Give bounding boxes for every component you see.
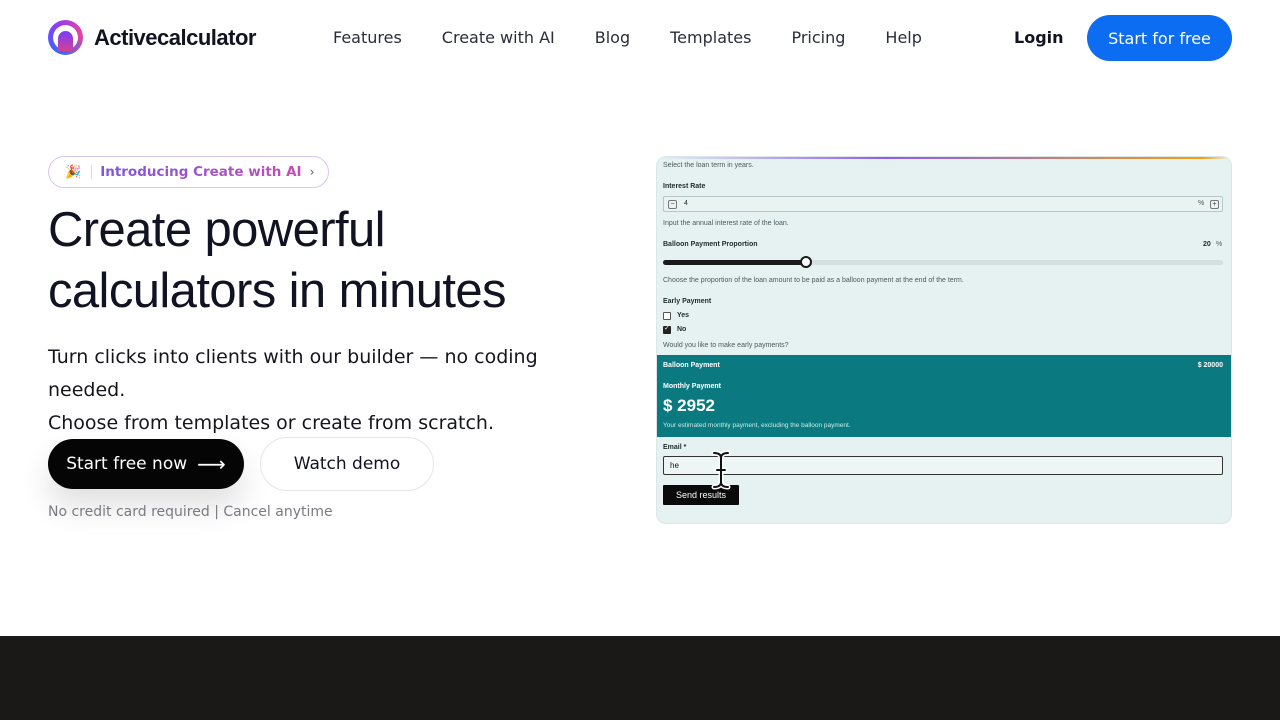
email-value: he — [670, 461, 679, 470]
balloon-proportion-label: Balloon Payment Proportion — [663, 241, 758, 248]
hero-title-line: Create powerful — [48, 203, 386, 257]
loan-term-help: Select the loan term in years. — [663, 162, 754, 169]
activecalculator-logo-icon — [48, 20, 83, 55]
hero-subtitle-line: Choose from templates or create from scr… — [48, 412, 495, 434]
interest-rate-value: 4 — [684, 200, 688, 207]
early-payment-help: Would you like to make early payments? — [663, 342, 789, 349]
nav-link-features[interactable]: Features — [333, 28, 402, 47]
hero-subtitle: Turn clicks into clients with our builde… — [48, 341, 618, 440]
nav-link-pricing[interactable]: Pricing — [791, 28, 845, 47]
start-free-now-label: Start free now — [66, 454, 188, 474]
arrow-right-icon: ⟶ — [197, 452, 226, 476]
dark-section — [0, 636, 1280, 720]
interest-rate-label: Interest Rate — [663, 183, 706, 190]
hero-note: No credit card required | Cancel anytime — [48, 504, 333, 520]
balloon-proportion-unit: % — [1216, 241, 1223, 248]
nav-link-templates[interactable]: Templates — [670, 28, 751, 47]
interest-rate-unit: % — [1198, 200, 1205, 207]
interest-rate-help: Input the annual interest rate of the lo… — [663, 220, 789, 227]
slider-thumb[interactable] — [799, 256, 812, 268]
monthly-payment-value: $ 2952 — [663, 396, 715, 415]
nav-link-help[interactable]: Help — [885, 28, 921, 47]
hero-subtitle-line: Turn clicks into clients with our builde… — [48, 346, 538, 401]
minus-icon[interactable]: − — [668, 200, 677, 209]
early-payment-yes-checkbox[interactable] — [663, 312, 671, 320]
hero-title: Create powerful calculators in minutes — [48, 200, 608, 322]
slider-fill — [663, 260, 806, 265]
brand-logo[interactable]: Activecalculator — [48, 20, 256, 55]
email-label: Email * — [663, 444, 687, 451]
interest-rate-input[interactable]: − 4 % + — [663, 196, 1223, 212]
text-cursor-icon — [711, 450, 731, 490]
early-payment-no-label: No — [677, 326, 687, 333]
result-panel: Balloon Payment $ 20000 Monthly Payment … — [657, 355, 1231, 437]
watch-demo-button[interactable]: Watch demo — [260, 437, 434, 491]
early-payment-yes-label: Yes — [677, 312, 690, 319]
nav-link-blog[interactable]: Blog — [595, 28, 630, 47]
balloon-proportion-help: Choose the proportion of the loan amount… — [663, 277, 964, 284]
plus-icon[interactable]: + — [1210, 200, 1219, 209]
balloon-payment-label: Balloon Payment — [663, 362, 720, 369]
party-popper-icon: 🎉 — [65, 164, 82, 180]
nav-link-create-with-ai[interactable]: Create with AI — [442, 28, 555, 47]
badge-divider — [91, 165, 93, 179]
monthly-payment-help: Your estimated monthly payment, excludin… — [663, 422, 851, 429]
calculator-preview: Select the loan term in years. Interest … — [656, 156, 1232, 524]
hero-title-line: calculators in minutes — [48, 264, 507, 318]
email-input[interactable]: he — [663, 456, 1223, 475]
monthly-payment-label: Monthly Payment — [663, 383, 721, 390]
top-navigation: Activecalculator Features Create with AI… — [0, 0, 1280, 76]
start-free-now-button[interactable]: Start free now ⟶ — [48, 439, 244, 489]
balloon-payment-value: $ 20000 — [1197, 362, 1223, 369]
start-for-free-button[interactable]: Start for free — [1087, 15, 1232, 61]
nav-links: Features Create with AI Blog Templates P… — [333, 28, 962, 47]
preview-accent-line — [657, 157, 1231, 159]
early-payment-no-checkbox[interactable] — [663, 324, 671, 334]
chevron-right-icon: › — [309, 165, 315, 179]
brand-name: Activecalculator — [94, 24, 256, 50]
balloon-proportion-slider[interactable] — [663, 256, 1223, 268]
early-payment-label: Early Payment — [663, 298, 712, 305]
announcement-badge[interactable]: 🎉 Introducing Create with AI › — [48, 156, 330, 188]
badge-text: Introducing Create with AI — [100, 164, 302, 180]
login-link[interactable]: Login — [1014, 28, 1064, 47]
balloon-proportion-value: 20 — [1203, 241, 1211, 248]
